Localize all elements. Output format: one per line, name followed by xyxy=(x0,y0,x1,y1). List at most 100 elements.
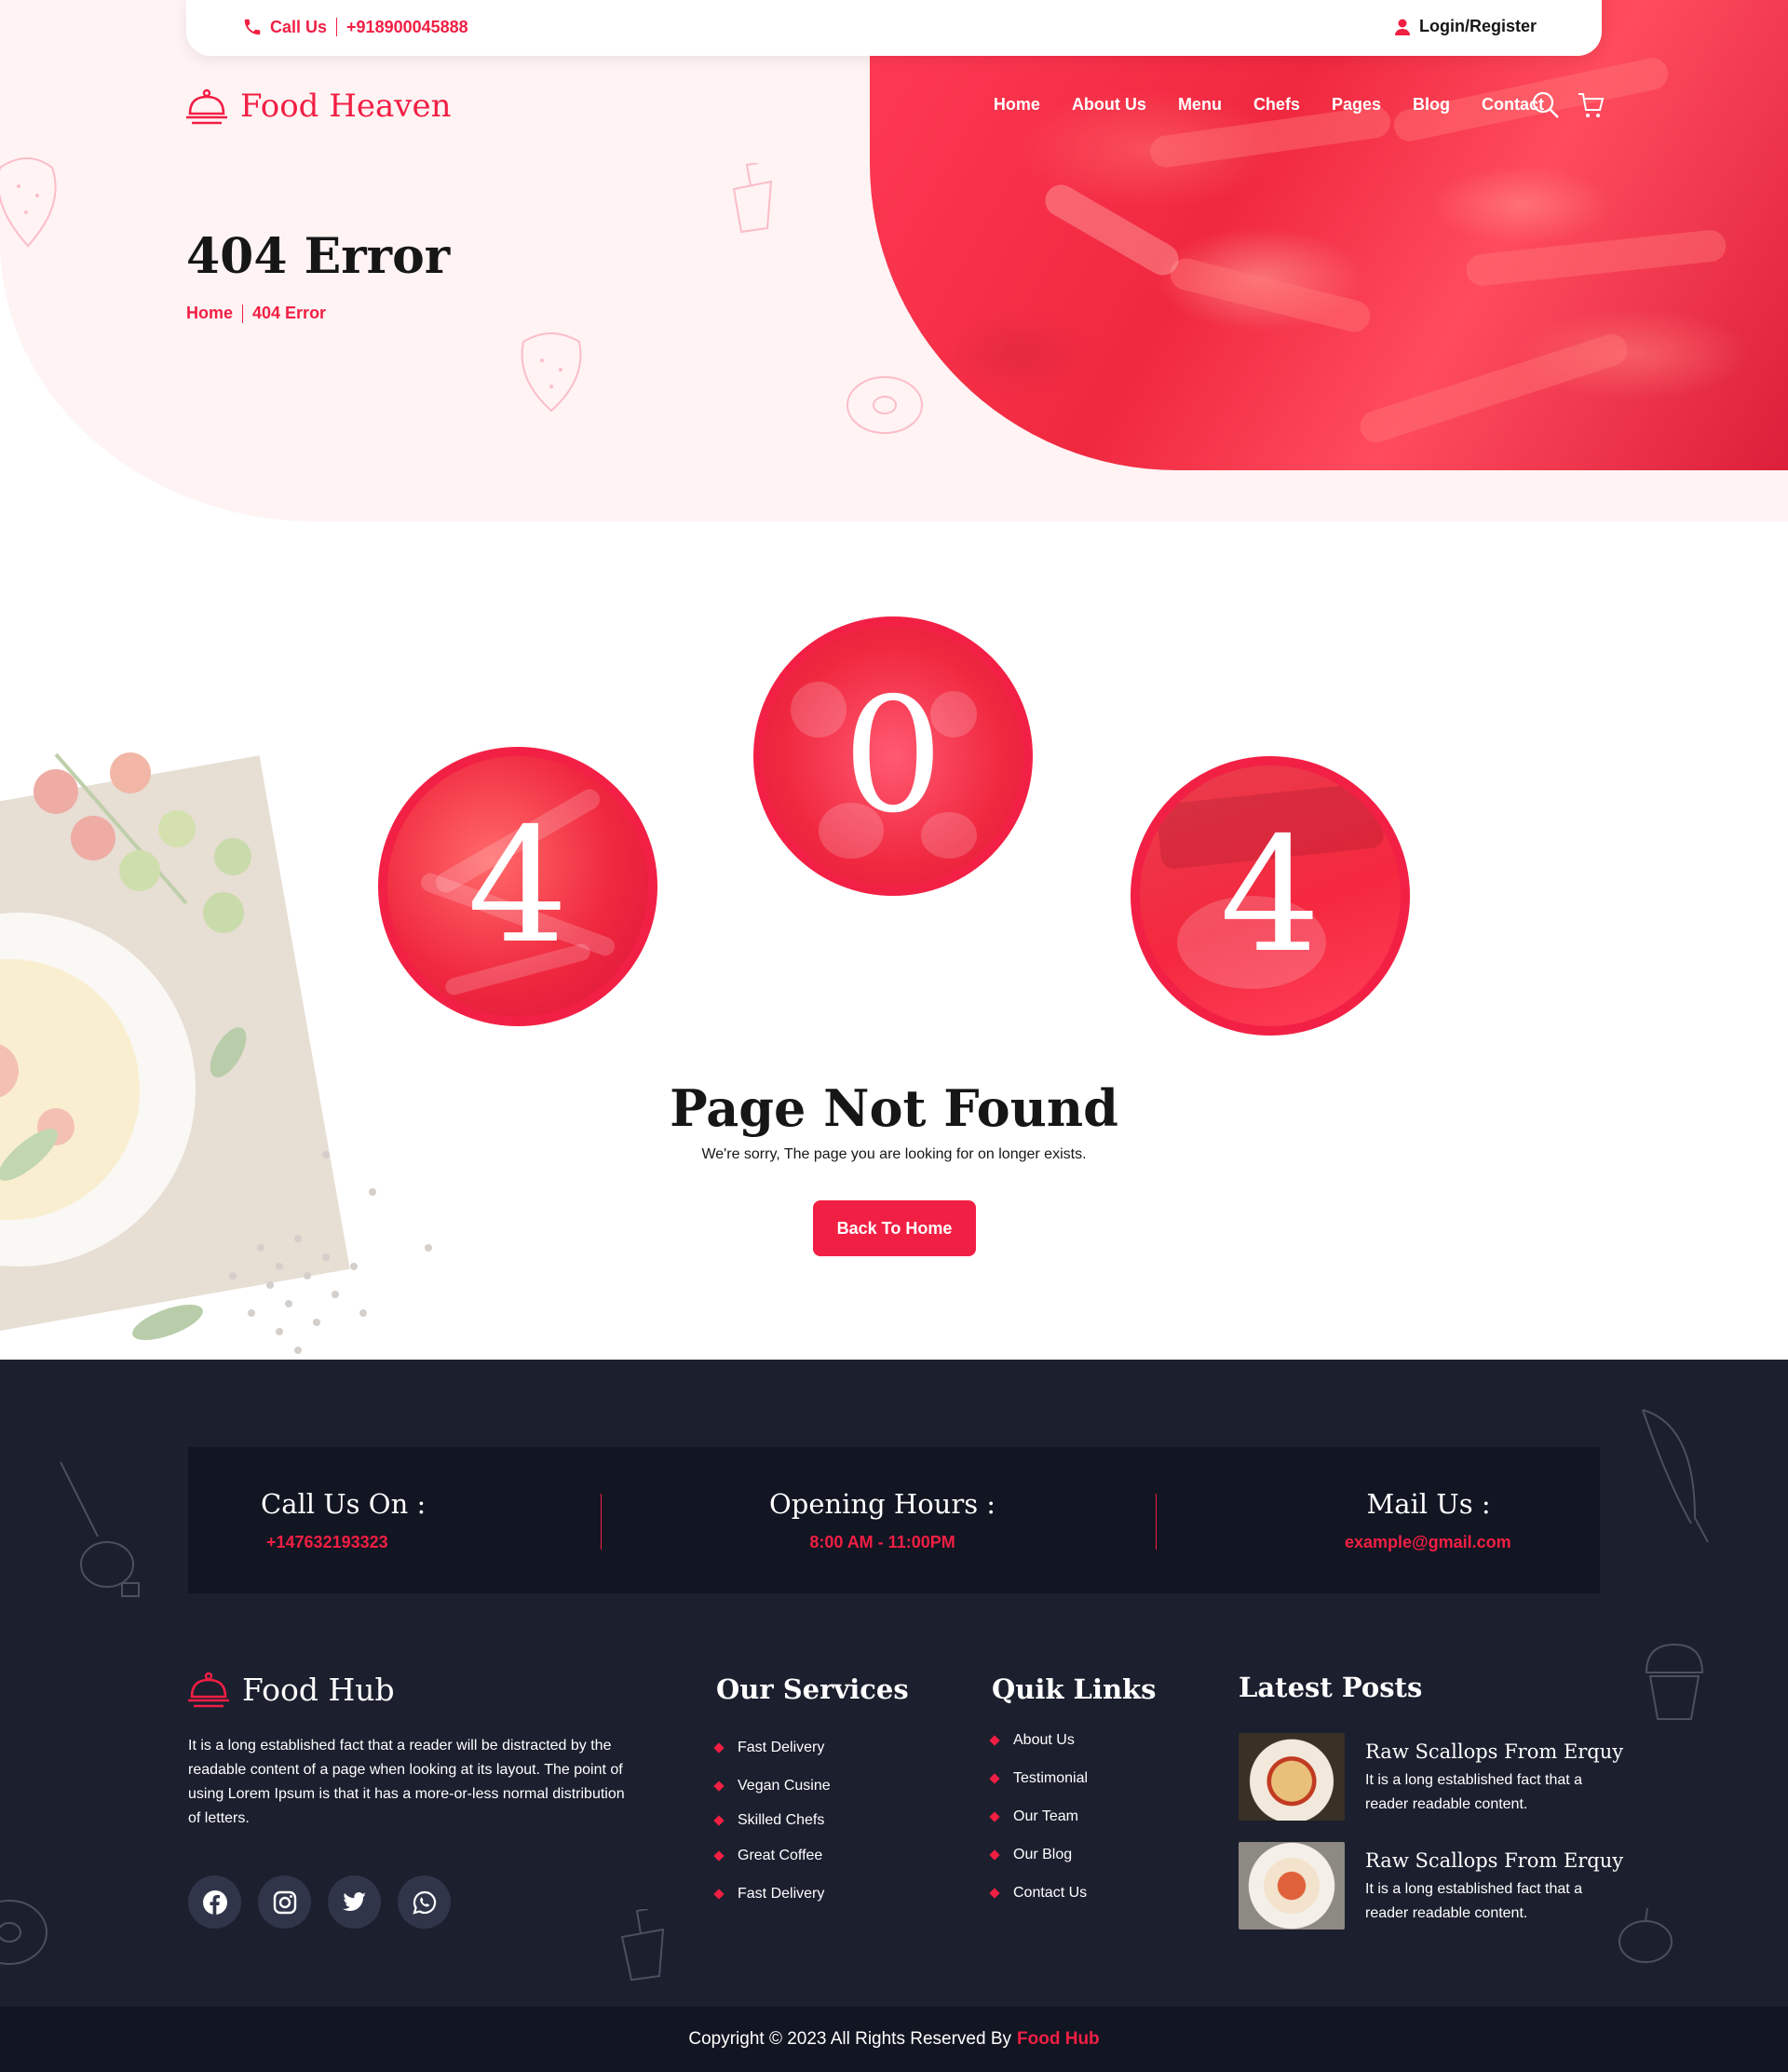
copyright-bar: Copyright © 2023 All Rights Reserved By … xyxy=(0,2007,1788,2072)
contact-call: Call Us On : +147632193323 xyxy=(261,1488,426,1552)
login-register-link[interactable]: Login/Register xyxy=(1394,17,1537,36)
services-item[interactable]: Fast Delivery xyxy=(713,1728,831,1767)
bullet-icon xyxy=(989,1887,1000,1899)
bullet-icon xyxy=(989,1772,1000,1784)
services-item[interactable]: Great Coffee xyxy=(713,1836,831,1875)
social-links xyxy=(188,1876,451,1929)
services-item-label: Great Coffee xyxy=(738,1847,823,1863)
drink-cup-doodle-icon xyxy=(732,163,773,234)
instagram-icon xyxy=(273,1890,296,1914)
top-bar: Call Us +918900045888 Login/Register xyxy=(186,0,1602,56)
quick-link-label: About Us xyxy=(1013,1731,1075,1748)
copyright-brand-link[interactable]: Food Hub xyxy=(1017,2029,1100,2050)
error-digit-circle-2: 0 xyxy=(753,616,1033,896)
bullet-icon xyxy=(713,1888,725,1900)
error-digit: 4 xyxy=(467,794,569,979)
quick-link-item[interactable]: Our Team xyxy=(989,1797,1088,1835)
logo-text: Food Heaven xyxy=(240,88,452,125)
services-item[interactable]: Fast Delivery xyxy=(713,1875,831,1913)
nav-blog[interactable]: Blog xyxy=(1413,95,1450,115)
post-title[interactable]: Raw Scallops From Erquy xyxy=(1365,1849,1623,1872)
bullet-icon xyxy=(989,1849,1000,1861)
quick-link-label: Our Blog xyxy=(1013,1846,1073,1862)
quick-link-label: Contact Us xyxy=(1013,1884,1088,1901)
pasta-plate-image xyxy=(0,717,438,1360)
cart-icon[interactable] xyxy=(1577,91,1605,119)
back-to-home-button[interactable]: Back To Home xyxy=(813,1200,976,1256)
chili-doodle-icon xyxy=(1642,1409,1709,1543)
call-us-info[interactable]: Call Us +918900045888 xyxy=(242,17,468,37)
whatsapp-link[interactable] xyxy=(398,1876,451,1929)
breadcrumb-current: 404 Error xyxy=(252,304,327,322)
error-digit-circle-1: 4 xyxy=(378,747,657,1026)
main-nav: Home About Us Menu Chefs Pages Blog Cont… xyxy=(994,95,1544,115)
not-found-title: Page Not Found xyxy=(670,1078,1118,1138)
post-thumbnail xyxy=(1239,1733,1345,1821)
site-logo[interactable]: Food Heaven xyxy=(186,88,452,125)
phone-icon xyxy=(244,19,261,35)
services-item[interactable]: Skilled Chefs xyxy=(713,1805,831,1836)
services-item[interactable]: Vegan Cusine xyxy=(713,1767,831,1805)
services-title: Our Services xyxy=(716,1673,909,1705)
footer-logo-text: Food Hub xyxy=(242,1671,395,1708)
bullet-icon xyxy=(713,1741,725,1754)
page-title: 404 Error xyxy=(186,228,451,285)
strawberry-doodle-icon xyxy=(521,332,582,413)
services-item-label: Vegan Cusine xyxy=(738,1777,831,1794)
contact-heading: Call Us On : xyxy=(261,1488,427,1520)
bullet-icon xyxy=(989,1810,1000,1822)
quick-link-item[interactable]: Our Blog xyxy=(989,1835,1088,1874)
divider xyxy=(1156,1494,1157,1550)
services-item-label: Fast Delivery xyxy=(738,1739,825,1755)
latest-post-item[interactable]: Raw Scallops From Erquy It is a long est… xyxy=(1239,1842,1623,1930)
contact-hours-value: 8:00 AM - 11:00PM xyxy=(809,1533,955,1551)
breadcrumb-home[interactable]: Home xyxy=(186,304,233,323)
error-digit: 4 xyxy=(1219,804,1321,988)
nav-icons xyxy=(1532,91,1605,119)
nav-home[interactable]: Home xyxy=(994,95,1040,115)
cupcake-doodle-icon xyxy=(1645,1643,1704,1720)
footer-about-text: It is a long established fact that a rea… xyxy=(188,1738,625,1826)
donut-doodle-icon xyxy=(847,376,923,434)
contact-info-bar: Call Us On : +147632193323 Opening Hours… xyxy=(188,1447,1600,1593)
services-list: Fast Delivery Vegan Cusine Skilled Chefs… xyxy=(713,1728,831,1913)
footer: Call Us On : +147632193323 Opening Hours… xyxy=(0,1360,1788,2007)
phone-number: +918900045888 xyxy=(346,17,468,36)
nav-menu[interactable]: Menu xyxy=(1178,95,1222,115)
cloche-icon xyxy=(188,1672,229,1708)
facebook-icon xyxy=(202,1889,227,1915)
nav-chefs[interactable]: Chefs xyxy=(1253,95,1300,115)
twitter-link[interactable] xyxy=(328,1876,381,1929)
onion-doodle-icon xyxy=(60,1462,140,1597)
footer-logo[interactable]: Food Hub xyxy=(188,1671,395,1708)
contact-hours: Opening Hours : 8:00 AM - 11:00PM xyxy=(769,1488,996,1552)
bullet-icon xyxy=(713,1849,725,1862)
drink-cup-doodle-icon xyxy=(620,1909,665,1982)
latest-posts-title: Latest Posts xyxy=(1239,1672,1423,1703)
nav-pages[interactable]: Pages xyxy=(1332,95,1381,115)
bullet-icon xyxy=(713,1815,725,1826)
breadcrumb-divider xyxy=(242,304,244,323)
contact-heading: Opening Hours : xyxy=(769,1488,996,1520)
instagram-link[interactable] xyxy=(258,1876,311,1929)
post-title[interactable]: Raw Scallops From Erquy xyxy=(1365,1740,1623,1763)
contact-mail: Mail Us : example@gmail.com xyxy=(1345,1488,1511,1552)
quick-links-title: Quik Links xyxy=(992,1673,1157,1705)
search-icon[interactable] xyxy=(1532,91,1560,119)
donut-doodle-icon xyxy=(0,1900,47,1965)
error-digit-circle-3: 4 xyxy=(1131,756,1410,1036)
error-digit: 0 xyxy=(842,664,944,848)
pumpkin-doodle-icon xyxy=(1619,1907,1673,1963)
latest-post-item[interactable]: Raw Scallops From Erquy It is a long est… xyxy=(1239,1733,1623,1821)
quick-link-item[interactable]: Testimonial xyxy=(989,1759,1088,1797)
nav-about-us[interactable]: About Us xyxy=(1072,95,1146,115)
services-item-label: Fast Delivery xyxy=(738,1885,825,1902)
user-icon xyxy=(1394,19,1410,35)
divider xyxy=(601,1494,602,1550)
quick-link-item[interactable]: About Us xyxy=(989,1721,1088,1759)
contact-email[interactable]: example@gmail.com xyxy=(1345,1533,1511,1552)
contact-phone[interactable]: +147632193323 xyxy=(266,1533,426,1552)
quick-link-item[interactable]: Contact Us xyxy=(989,1874,1088,1912)
whatsapp-icon xyxy=(412,1890,436,1915)
facebook-link[interactable] xyxy=(188,1876,241,1929)
